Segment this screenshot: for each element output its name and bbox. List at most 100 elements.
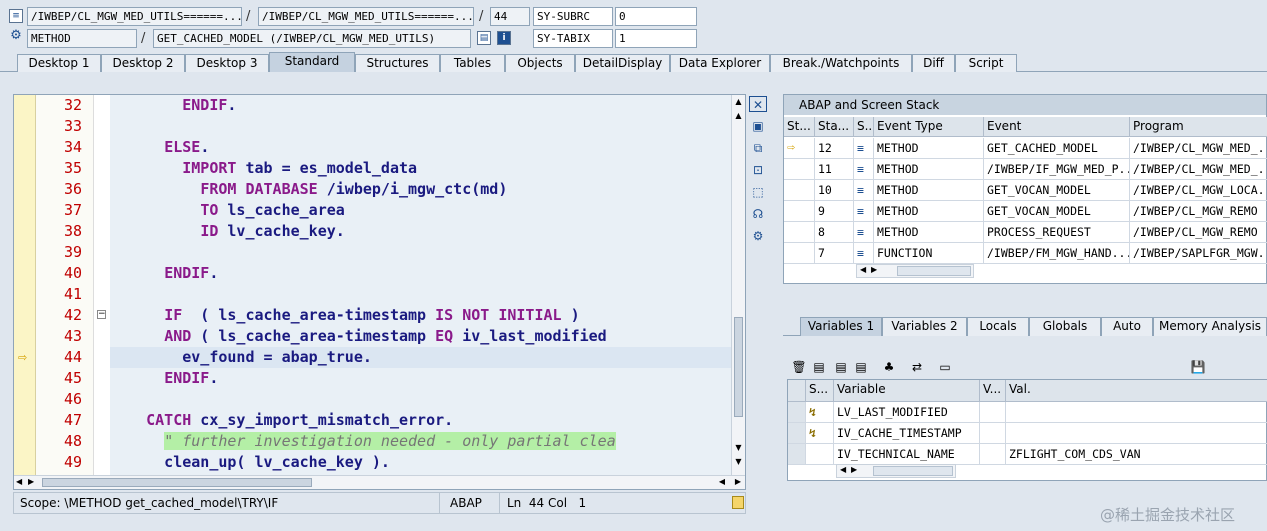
code-line[interactable]: ENDIF.	[110, 368, 731, 389]
stack-row-program[interactable]: /IWBEP/CL_MGW_MED_...	[1130, 138, 1267, 159]
stack-row-type[interactable]: METHOD	[874, 180, 984, 201]
code-line[interactable]: TO ls_cache_area	[110, 200, 731, 221]
code-line[interactable]: ELSE.	[110, 137, 731, 158]
transfer-icon[interactable]: ⇄	[909, 359, 925, 375]
stack-row-level[interactable]: 12	[815, 138, 854, 159]
stack-row-program[interactable]: /IWBEP/CL_MGW_REMO	[1130, 201, 1267, 222]
stack-row-status[interactable]	[784, 201, 815, 222]
stack-row-event[interactable]: GET_CACHED_MODEL	[984, 138, 1130, 159]
sy-tabix-value[interactable]: 1	[615, 29, 697, 48]
var-row-name[interactable]: LV_LAST_MODIFIED	[834, 402, 980, 423]
var-row-value[interactable]: ZFLIGHT_COM_CDS_VAN	[1006, 444, 1267, 465]
code-line[interactable]	[110, 389, 731, 410]
swap-tool-icon[interactable]: ⧉	[749, 140, 767, 156]
code-line[interactable]: ENDIF.	[110, 263, 731, 284]
var-col-variable[interactable]: Variable	[834, 380, 980, 402]
save-list-icon[interactable]: ▤	[853, 359, 869, 375]
new-tool-icon[interactable]: ▣	[749, 118, 767, 134]
code-line[interactable]: FROM DATABASE /iwbep/i_mgw_ctc(md)	[110, 179, 731, 200]
line-field[interactable]: 44	[490, 7, 530, 26]
sy-subrc-value[interactable]: 0	[615, 7, 697, 26]
var-hscrollbar[interactable]: ◀ ▶	[836, 464, 956, 478]
sy-subrc-label[interactable]: SY-SUBRC	[533, 7, 613, 26]
program-field[interactable]: /IWBEP/CL_MGW_MED_UTILS======...	[27, 7, 242, 26]
stack-row-event[interactable]: GET_VOCAN_MODEL	[984, 180, 1130, 201]
filter-icon[interactable]: ▭	[937, 359, 953, 375]
tab-breakpoints[interactable]: Break./Watchpoints	[770, 54, 912, 72]
scroll-page-down-icon[interactable]: ▼	[733, 443, 744, 452]
tab-memory-analysis[interactable]: Memory Analysis	[1153, 317, 1267, 336]
stack-row-status[interactable]: ⇨	[784, 138, 815, 159]
stack-row-icon[interactable]: ≡	[854, 138, 874, 159]
scroll-thumb[interactable]	[873, 466, 953, 476]
horizontal-scrollbar[interactable]: ◀ ▶ ◀ ▶	[14, 475, 745, 489]
stack-row-type[interactable]: METHOD	[874, 159, 984, 180]
save-icon[interactable]: 💾	[1190, 359, 1206, 375]
tab-tables[interactable]: Tables	[440, 54, 505, 72]
services-icon[interactable]: ☊	[749, 206, 767, 222]
tab-structures[interactable]: Structures	[355, 54, 440, 72]
stack-col-event-type[interactable]: Event Type	[874, 117, 984, 137]
fold-toggle-icon[interactable]: −	[97, 310, 106, 319]
stack-hscrollbar[interactable]: ◀ ▶	[856, 264, 974, 278]
code-line[interactable]: CATCH cx_sy_import_mismatch_error.	[110, 410, 731, 431]
code-line[interactable]: " further investigation needed - only pa…	[110, 431, 731, 452]
stack-col-status[interactable]: St...	[784, 117, 815, 137]
scroll-left-icon[interactable]: ◀	[840, 465, 846, 474]
tab-variables-2[interactable]: Variables 2	[882, 317, 967, 336]
scroll-page-up-icon[interactable]: ▲	[733, 111, 744, 120]
var-row-selector[interactable]	[788, 444, 806, 465]
stack-row-event[interactable]: PROCESS_REQUEST	[984, 222, 1130, 243]
code-line[interactable]: AND ( ls_cache_area-timestamp EQ iv_last…	[110, 326, 731, 347]
tab-diff[interactable]: Diff	[912, 54, 955, 72]
stack-row-icon[interactable]: ≡	[854, 201, 874, 222]
scroll-left-end-icon[interactable]: ◀	[719, 477, 725, 486]
stack-row-icon[interactable]: ≡	[854, 243, 874, 264]
var-row-v[interactable]	[980, 423, 1006, 444]
stack-row-program[interactable]: /IWBEP/CL_MGW_MED_...	[1130, 159, 1267, 180]
source-editor[interactable]: 32 ENDIF. 33 34 ELSE. 35 IMPORT tab = es_mo…	[13, 94, 746, 490]
stack-row-level[interactable]: 9	[815, 201, 854, 222]
scroll-left-icon[interactable]: ◀	[860, 265, 866, 274]
stack-row-type[interactable]: METHOD	[874, 138, 984, 159]
var-row-v[interactable]	[980, 402, 1006, 423]
event-name-field[interactable]: GET_CACHED_MODEL (/IWBEP/CL_MGW_MED_UTIL…	[153, 29, 471, 48]
tab-locals[interactable]: Locals	[967, 317, 1029, 336]
vertical-scrollbar[interactable]: ▲ ▲ ▼ ▼	[731, 95, 745, 489]
scroll-right-icon[interactable]: ▶	[871, 265, 877, 274]
stack-col-s[interactable]: S...	[854, 117, 874, 137]
insert-icon[interactable]: ▤	[811, 359, 827, 375]
stack-row-icon[interactable]: ≡	[854, 180, 874, 201]
delete-icon[interactable]: 🗑	[791, 359, 807, 375]
code-line[interactable]: clean_up( lv_cache_key ).	[110, 452, 731, 473]
stack-row-event[interactable]: GET_VOCAN_MODEL	[984, 201, 1130, 222]
stack-row-type[interactable]: METHOD	[874, 222, 984, 243]
var-row-status[interactable]: ↯	[806, 423, 834, 444]
var-row-name[interactable]: IV_CACHE_TIMESTAMP	[834, 423, 980, 444]
stack-row-event[interactable]: /IWBEP/FM_MGW_HAND...	[984, 243, 1130, 264]
resize-icon[interactable]: ⬚	[749, 184, 767, 200]
scroll-up-icon[interactable]: ▲	[733, 97, 744, 106]
notepad-icon[interactable]	[732, 496, 744, 509]
scroll-thumb[interactable]	[897, 266, 971, 276]
tab-globals[interactable]: Globals	[1029, 317, 1101, 336]
include-field[interactable]: /IWBEP/CL_MGW_MED_UTILS======...	[258, 7, 474, 26]
code-line[interactable]: ev_found = abap_true.	[110, 347, 731, 368]
code-line[interactable]: ENDIF.	[110, 95, 731, 116]
scroll-right-icon[interactable]: ▶	[851, 465, 857, 474]
var-row-name[interactable]: IV_TECHNICAL_NAME	[834, 444, 980, 465]
stack-row-type[interactable]: FUNCTION	[874, 243, 984, 264]
stack-row-icon[interactable]: ≡	[854, 159, 874, 180]
code-line[interactable]	[110, 116, 731, 137]
info-icon[interactable]: i	[497, 31, 511, 45]
append-icon[interactable]: ▤	[833, 359, 849, 375]
tab-desktop-2[interactable]: Desktop 2	[101, 54, 185, 72]
code-line[interactable]: ID lv_cache_key.	[110, 221, 731, 242]
breakpoint-gutter[interactable]	[14, 95, 36, 489]
var-col-status[interactable]: S...	[806, 380, 834, 402]
stack-row-status[interactable]	[784, 243, 815, 264]
hierarchy-icon[interactable]: ♣	[881, 359, 897, 375]
code-line[interactable]	[110, 284, 731, 305]
scroll-thumb[interactable]	[734, 317, 743, 417]
stack-col-program[interactable]: Program	[1130, 117, 1267, 137]
